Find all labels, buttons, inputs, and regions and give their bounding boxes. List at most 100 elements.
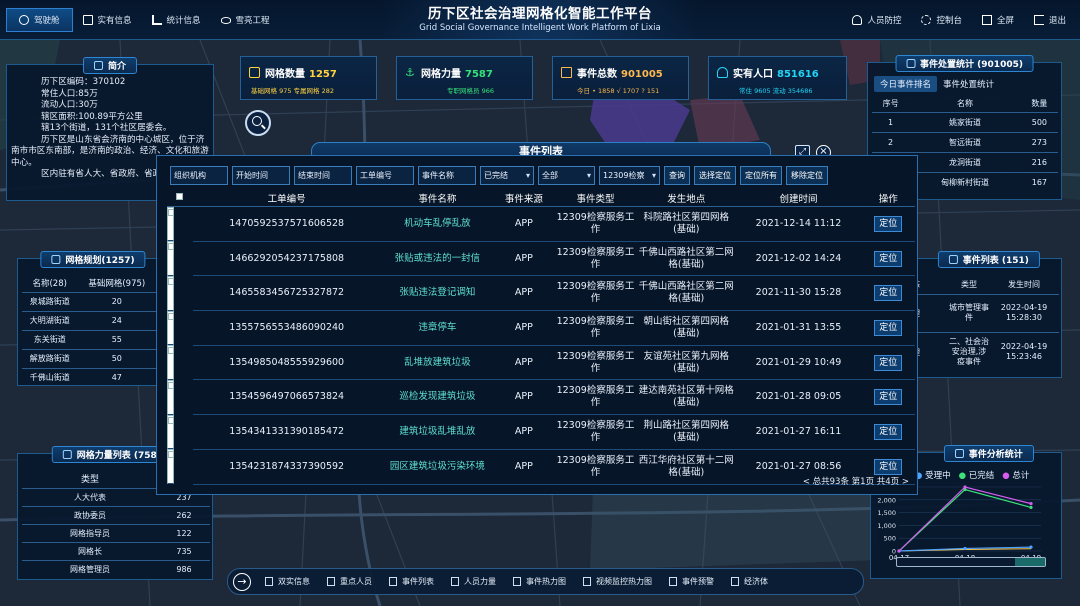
row-action[interactable]: 定位 (861, 206, 915, 242)
dock-item-video-heatmap[interactable]: 视频监控热力图 (583, 576, 652, 587)
order-no: 1354231874337390592 (192, 449, 381, 485)
pagination[interactable]: < 总共93条 第1页 共4页 > (803, 475, 909, 487)
event-name: 张贴或违法的一封信 (380, 241, 494, 277)
table-row[interactable]: 解放路街道 50 (22, 349, 168, 368)
tab-disposal-stats[interactable]: 事件处置统计 (937, 76, 1000, 92)
table-row[interactable]: 政协委员 262 (22, 506, 210, 524)
col-header: 发生时间 (1008, 279, 1040, 289)
locate-button[interactable]: 定位 (874, 458, 903, 475)
end-time-input[interactable]: 结束时间 (294, 166, 352, 185)
table-row[interactable]: 1354596497066573824 巡检发现建筑垃圾 APP 12309检察服务工… (167, 379, 915, 416)
dock-label: 事件热力图 (526, 577, 566, 586)
table-row[interactable]: 1354985048555929600 乱堆放建筑垃圾 APP 12309检察服务工作… (167, 345, 915, 381)
row-select[interactable] (167, 310, 174, 346)
dock-item-personnel[interactable]: 人员力量 (451, 576, 496, 587)
stat-value: 901005 (621, 69, 663, 80)
type-select[interactable]: 12309检察 (599, 166, 660, 185)
locate-button[interactable]: 定位 (874, 215, 903, 232)
dock-item-dual-info[interactable]: 双实信息 (265, 576, 310, 587)
start-time-input[interactable]: 开始时间 (232, 166, 290, 185)
row-action[interactable]: 定位 (861, 414, 915, 450)
table-row[interactable]: 网格长 735 (22, 542, 210, 560)
select-all-checkbox[interactable] (176, 193, 184, 201)
map-search-button[interactable] (245, 110, 271, 136)
order-no-input[interactable]: 工单编号 (356, 166, 414, 185)
select-locate-button[interactable]: 选择定位 (694, 166, 736, 185)
locate-button[interactable]: 定位 (874, 250, 903, 267)
row-select[interactable] (167, 379, 174, 415)
table-row[interactable]: 网格管理员 986 (22, 560, 210, 578)
locate-button[interactable]: 定位 (874, 354, 903, 371)
stat-grid-force[interactable]: ⚓ 网格力量 7587 专职网格员 966 (396, 56, 533, 100)
search-icon-handle (261, 124, 266, 130)
row-checkbox[interactable] (168, 208, 173, 216)
row-checkbox[interactable] (168, 347, 173, 355)
dock-item-event-list[interactable]: 事件列表 (389, 576, 434, 587)
row-action[interactable]: 定位 (861, 379, 915, 416)
right-event-list-title-text: 事件列表 (151) (962, 256, 1029, 266)
table-row[interactable]: 网格指导员 122 (22, 524, 210, 542)
status-select[interactable]: 已完结 (480, 166, 534, 185)
table-row[interactable]: 1470592537571606528 机动车乱停乱放 APP 12309检察服务工作… (167, 206, 915, 242)
row-action[interactable]: 定位 (861, 275, 915, 312)
dock-item-key-persons[interactable]: 重点人员 (327, 576, 372, 587)
row-checkbox[interactable] (168, 381, 173, 389)
row-action[interactable]: 定位 (861, 310, 915, 346)
org-input[interactable]: 组织机构 (170, 166, 228, 185)
table-row[interactable]: 1465583456725327872 张贴违法登记调知 APP 12309检察服务工… (167, 275, 915, 312)
intro-line: 历下区编码：370102 (41, 77, 126, 87)
row-select[interactable] (167, 345, 174, 380)
doc-icon (669, 577, 677, 586)
table-row[interactable]: 1354341331390185472 建筑垃圾乱堆乱放 APP 12309检察服务工… (167, 414, 915, 450)
row-select[interactable] (167, 275, 174, 311)
cell: 122 (176, 528, 192, 538)
nav-fullscreen[interactable]: 全屏 (972, 8, 1024, 32)
dock-item-event-warning[interactable]: 事件预警 (669, 576, 714, 587)
dock-toggle-button[interactable]: → (233, 572, 251, 591)
row-select[interactable] (167, 449, 174, 484)
row-checkbox[interactable] (168, 451, 173, 459)
table-row[interactable]: 2 智远街道 273 (872, 132, 1058, 152)
chart-zoom-slider[interactable] (896, 557, 1046, 567)
intro-line: 辖13个街道，131个社区居委会。 (41, 123, 172, 133)
locate-button[interactable]: 定位 (874, 285, 903, 302)
row-checkbox[interactable] (168, 312, 173, 320)
row-select[interactable] (167, 206, 174, 242)
row-checkbox[interactable] (168, 277, 173, 285)
cell: 24 (111, 316, 122, 325)
cell: 东关街道 (33, 335, 66, 344)
table-row[interactable]: 1355756553486090240 违章停车 APP 12309检察服务工作 朝山街… (167, 310, 915, 346)
analysis-icon (954, 449, 964, 458)
row-select[interactable] (167, 241, 174, 276)
table-row[interactable]: 泉城路街道 20 (22, 292, 168, 311)
row-action[interactable]: 定位 (861, 241, 915, 277)
table-row[interactable]: 1466292054237175808 张贴或违法的一封信 APP 12309检察服务… (167, 241, 915, 277)
event-name-input[interactable]: 事件名称 (418, 166, 476, 185)
source-select[interactable]: 全部 (538, 166, 595, 185)
table-row[interactable]: 大明湖街道 24 (22, 311, 168, 330)
stat-event-total[interactable]: 事件总数 901005 今日 • 1858 √ 1707 ? 151 (552, 56, 689, 100)
slider-handle[interactable] (1015, 558, 1045, 566)
locate-all-button[interactable]: 定位所有 (740, 166, 782, 185)
dock-item-event-heatmap[interactable]: 事件热力图 (513, 576, 566, 587)
tab-today-ranking[interactable]: 今日事件排名 (874, 76, 938, 92)
row-checkbox[interactable] (168, 416, 173, 424)
select-all-header[interactable] (167, 190, 193, 207)
query-button[interactable]: 查询 (664, 166, 690, 185)
stat-grid-count[interactable]: 网格数量 1257 基础网格 975 专属网格 282 (240, 56, 377, 100)
table-row[interactable]: 东关街道 55 (22, 330, 168, 349)
dock-item-economy[interactable]: 经济体 (731, 576, 768, 587)
stat-population[interactable]: 实有人口 851616 常住 9605 流动 354686 (708, 56, 847, 100)
remove-locate-button[interactable]: 移除定位 (786, 166, 828, 185)
nav-logout[interactable]: 退出 (1024, 8, 1076, 32)
nav-personnel[interactable]: 人员防控 (842, 8, 911, 32)
locate-button[interactable]: 定位 (874, 389, 903, 406)
nav-console[interactable]: 控制台 (911, 8, 972, 32)
locate-button[interactable]: 定位 (874, 423, 903, 440)
table-row[interactable]: 1 姚家街道 500 (872, 112, 1058, 132)
row-select[interactable] (167, 414, 174, 450)
row-action[interactable]: 定位 (861, 345, 915, 381)
locate-button[interactable]: 定位 (874, 319, 903, 336)
table-row[interactable]: 千佛山街道 47 (22, 368, 168, 387)
row-checkbox[interactable] (168, 243, 173, 251)
